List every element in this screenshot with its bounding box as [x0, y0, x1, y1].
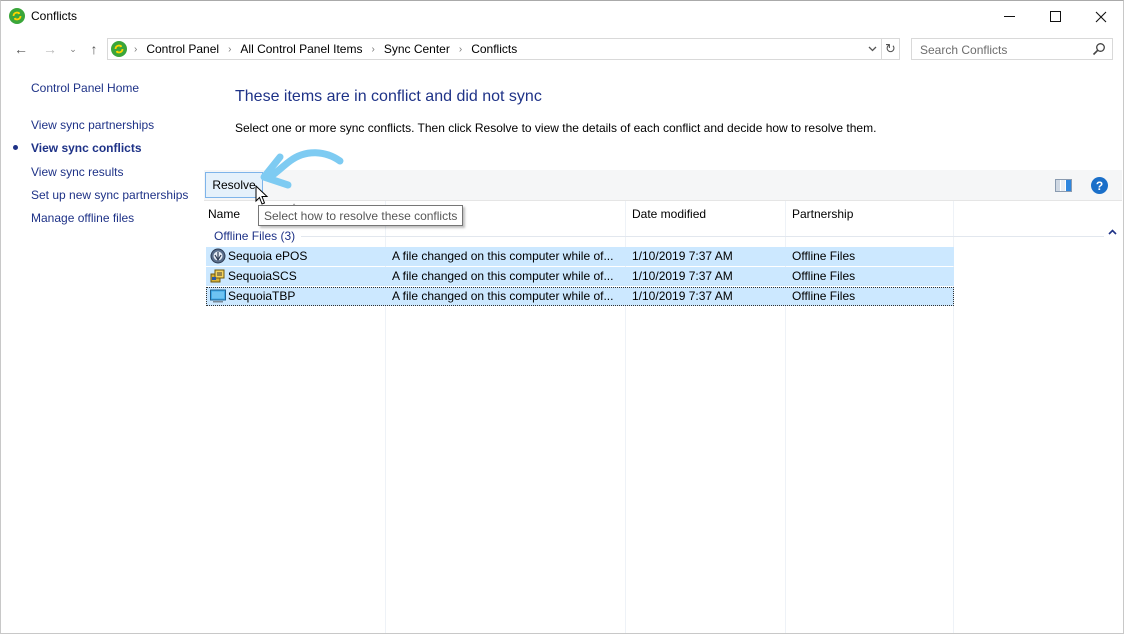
- group-label: Offline Files (3): [214, 229, 296, 243]
- page-heading: These items are in conflict and did not …: [235, 88, 542, 105]
- app-icon: [210, 269, 225, 283]
- list-item[interactable]: Sequoia ePOS A file changed on this comp…: [206, 247, 954, 266]
- chevron-right-icon[interactable]: ›: [228, 44, 231, 55]
- navigation-bar: ← → ⌄ ↑ › Control Panel › All Control Pa…: [1, 36, 1123, 62]
- column-header-name[interactable]: Name ^: [208, 202, 296, 224]
- sidebar-link-manage-offline-files[interactable]: Manage offline files: [31, 211, 134, 225]
- sync-center-icon: [111, 41, 127, 57]
- group-header-offline-files[interactable]: Offline Files (3): [214, 228, 1104, 244]
- row-partnership: Offline Files: [792, 269, 856, 283]
- annotation-arrow-icon: [260, 149, 344, 189]
- row-conflict: A file changed on this computer while of…: [392, 249, 614, 263]
- forward-button[interactable]: →: [41, 38, 59, 60]
- chevron-right-icon[interactable]: ›: [371, 44, 374, 55]
- active-item-bullet: [13, 145, 18, 150]
- minimize-button[interactable]: [986, 1, 1032, 32]
- search-icon[interactable]: [1092, 42, 1106, 56]
- column-header-date-modified[interactable]: Date modified: [632, 204, 706, 224]
- window-title: Conflicts: [31, 9, 78, 23]
- breadcrumb-sync-center[interactable]: Sync Center: [384, 42, 450, 56]
- resolve-tooltip: Select how to resolve these conflicts: [258, 205, 464, 226]
- group-divider: [301, 235, 1104, 237]
- conflicts-list: Name ^ Date modified Partnership Offline…: [206, 201, 1124, 633]
- sidebar-link-view-sync-conflicts[interactable]: View sync conflicts: [31, 141, 142, 155]
- row-conflict: A file changed on this computer while of…: [392, 269, 614, 283]
- list-item[interactable]: SequoiaSCS A file changed on this comput…: [206, 267, 954, 286]
- row-partnership: Offline Files: [792, 289, 856, 303]
- row-name: Sequoia ePOS: [228, 249, 308, 263]
- row-conflict: A file changed on this computer while of…: [392, 289, 614, 303]
- row-name: SequoiaTBP: [228, 289, 296, 303]
- help-icon[interactable]: ?: [1091, 177, 1108, 194]
- row-date: 1/10/2019 7:37 AM: [632, 269, 733, 283]
- mouse-cursor-icon: [255, 185, 269, 205]
- sync-center-conflicts-window: Conflicts ← → ⌄ ↑ › Control Panel › All …: [0, 0, 1124, 634]
- search-placeholder: Search Conflicts: [920, 43, 1008, 57]
- chevron-down-icon: [868, 46, 876, 52]
- chevron-right-icon[interactable]: ›: [134, 44, 137, 55]
- maximize-icon: [1049, 11, 1061, 22]
- back-arrow-icon: ←: [14, 41, 28, 57]
- preview-pane-icon[interactable]: [1055, 179, 1072, 192]
- close-button[interactable]: [1078, 1, 1124, 32]
- row-date: 1/10/2019 7:37 AM: [632, 289, 733, 303]
- address-history-dropdown[interactable]: [865, 41, 879, 57]
- chevron-right-icon[interactable]: ›: [459, 44, 462, 55]
- collapse-group-icon[interactable]: [1108, 229, 1117, 235]
- title-bar: Conflicts: [1, 1, 1123, 32]
- column-header-name-label: Name: [208, 207, 241, 221]
- row-date: 1/10/2019 7:37 AM: [632, 249, 733, 263]
- breadcrumb-conflicts[interactable]: Conflicts: [471, 42, 517, 56]
- maximize-button[interactable]: [1032, 1, 1078, 32]
- forward-arrow-icon: →: [43, 41, 57, 57]
- sync-center-icon: [9, 8, 25, 24]
- sidebar-link-view-sync-partnerships[interactable]: View sync partnerships: [31, 118, 154, 132]
- monitor-icon: [210, 289, 226, 303]
- sidebar: Control Panel Home View sync partnership…: [1, 63, 201, 633]
- breadcrumb-control-panel[interactable]: Control Panel: [146, 42, 219, 56]
- sidebar-link-set-up-new-sync-partnerships[interactable]: Set up new sync partnerships: [31, 188, 188, 202]
- back-button[interactable]: ←: [12, 38, 30, 60]
- breadcrumb: › Control Panel › All Control Panel Item…: [132, 42, 517, 56]
- refresh-icon: ↻: [885, 41, 896, 56]
- up-arrow-icon: ↑: [90, 41, 98, 57]
- instructions-text: Select one or more sync conflicts. Then …: [235, 121, 877, 135]
- app-icon: [210, 248, 226, 264]
- up-button[interactable]: ↑: [85, 38, 103, 60]
- refresh-button[interactable]: ↻: [882, 38, 900, 60]
- minimize-icon: [1003, 16, 1015, 17]
- sidebar-link-view-sync-results[interactable]: View sync results: [31, 165, 123, 179]
- chevron-down-icon: ⌄: [69, 43, 77, 54]
- row-name: SequoiaSCS: [228, 269, 297, 283]
- row-partnership: Offline Files: [792, 249, 856, 263]
- breadcrumb-all-control-panel-items[interactable]: All Control Panel Items: [240, 42, 362, 56]
- column-header-partnership[interactable]: Partnership: [792, 204, 853, 224]
- search-input[interactable]: Search Conflicts: [911, 38, 1113, 60]
- close-icon: [1095, 11, 1107, 22]
- list-item[interactable]: SequoiaTBP A file changed on this comput…: [206, 287, 954, 306]
- recent-locations-button[interactable]: ⌄: [66, 38, 80, 60]
- address-bar[interactable]: › Control Panel › All Control Panel Item…: [107, 38, 882, 60]
- sidebar-link-control-panel-home[interactable]: Control Panel Home: [31, 81, 139, 95]
